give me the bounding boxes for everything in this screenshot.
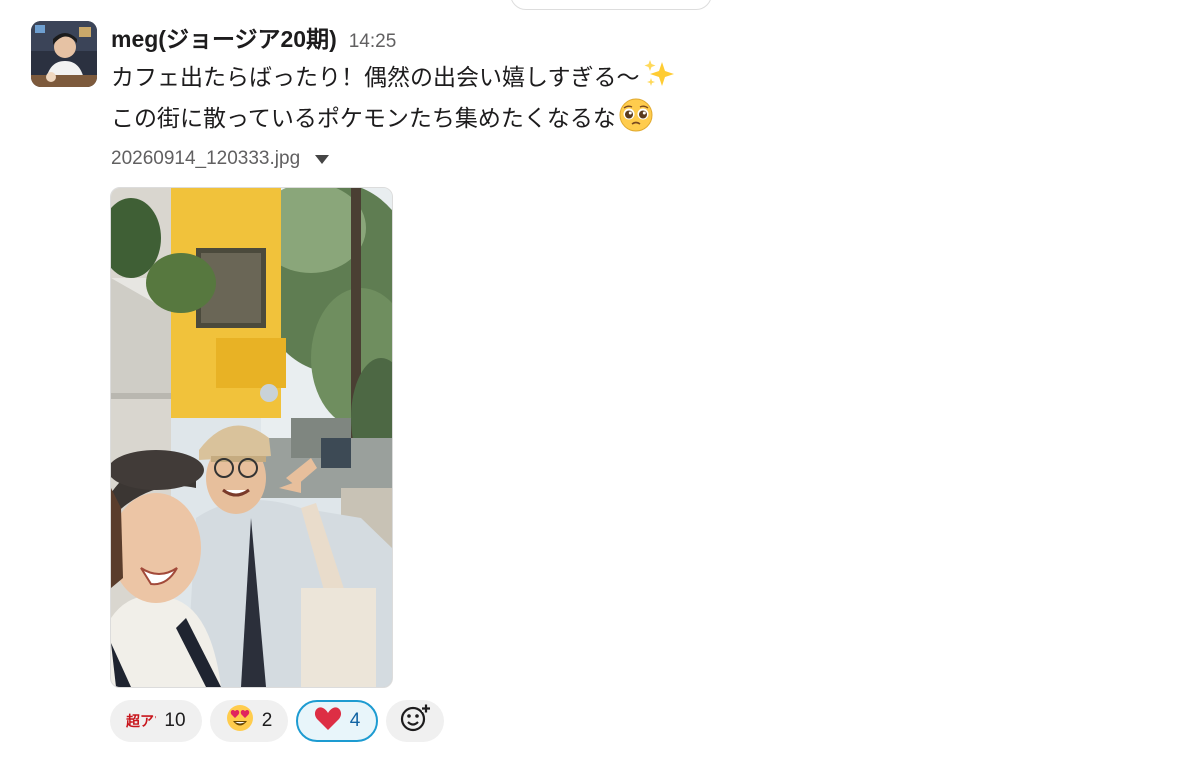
sender-name[interactable]: meg(ジョージア20期) [111, 20, 337, 54]
attached-photo[interactable] [110, 187, 393, 688]
message-header: meg(ジョージア20期) 14:25 [111, 20, 396, 52]
attachment-header[interactable]: 20260914_120333.jpg [111, 148, 330, 170]
reaction-count: 2 [261, 710, 273, 731]
add-reaction-button[interactable] [386, 700, 444, 742]
avatar[interactable] [31, 21, 97, 87]
reactions-bar: 超アツ 10 2 4 [110, 700, 452, 742]
reaction-red-heart[interactable]: 4 [296, 700, 378, 742]
svg-text:超アツ: 超アツ [126, 713, 156, 730]
message-line-1: カフェ出たらばったり！偶然の出会い嬉しすぎる〜 [111, 58, 678, 99]
attachment-file-name[interactable]: 20260914_120333.jpg [111, 148, 300, 170]
jump-to-date-pill[interactable] [510, 0, 712, 10]
timestamp[interactable]: 14:25 [349, 31, 397, 53]
reaction-count: 10 [164, 710, 186, 731]
red-heart-emoji-icon [314, 705, 342, 737]
reaction-heart-eyes[interactable]: 2 [210, 700, 288, 742]
sparkles-icon [642, 58, 678, 99]
add-emoji-icon [399, 703, 431, 739]
caret-down-icon[interactable] [314, 150, 330, 169]
message-text-2: この街に散っているポケモンたち集めたくなるな [111, 106, 616, 132]
pleading-face-icon [618, 98, 654, 141]
heart-eyes-emoji-icon [226, 704, 254, 738]
message-line-2: この街に散っているポケモンたち集めたくなるな [111, 98, 654, 141]
custom-text-emoji-icon: 超アツ [125, 704, 168, 738]
reaction-count: 4 [349, 710, 361, 731]
message-text-1: カフェ出たらばったり！偶然の出会い嬉しすぎる〜 [111, 65, 640, 91]
reaction-custom[interactable]: 超アツ 10 [110, 700, 202, 742]
